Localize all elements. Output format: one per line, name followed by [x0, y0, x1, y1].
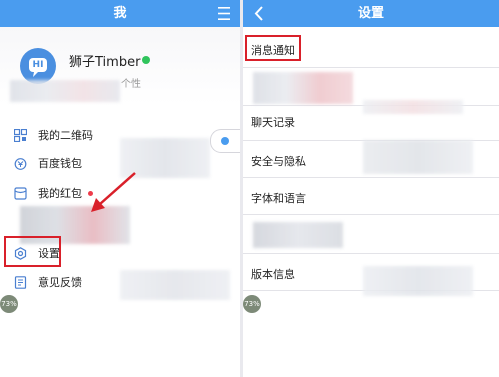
percent-badge: 73%: [243, 295, 261, 313]
blurred-region: [363, 100, 463, 114]
settings-screen: 设置 消息通知 聊天记录 安全与隐私 字体和语言 版本信息 73%: [243, 0, 499, 377]
settings-row-label: 版本信息: [251, 268, 295, 281]
blurred-region: [253, 222, 343, 248]
top-bar: 设置: [243, 0, 499, 27]
settings-row-label: 聊天记录: [251, 116, 295, 129]
settings-row-label: 安全与隐私: [251, 155, 306, 168]
notifications-highlight-box: [245, 35, 301, 61]
settings-row-font-language[interactable]: 字体和语言: [243, 178, 499, 215]
blurred-region: [363, 266, 473, 296]
blurred-region: [253, 72, 353, 104]
me-screen: 我 HI 狮子Timber 个性 我的二维码 百度钱包 我的红包 设置 意见反馈…: [0, 0, 240, 377]
page-title: 设置: [357, 6, 384, 21]
settings-row-label: 字体和语言: [251, 192, 306, 205]
pointer-arrow-icon: [91, 172, 136, 212]
percent-badge: 73%: [0, 295, 18, 313]
blurred-region: [363, 140, 473, 174]
